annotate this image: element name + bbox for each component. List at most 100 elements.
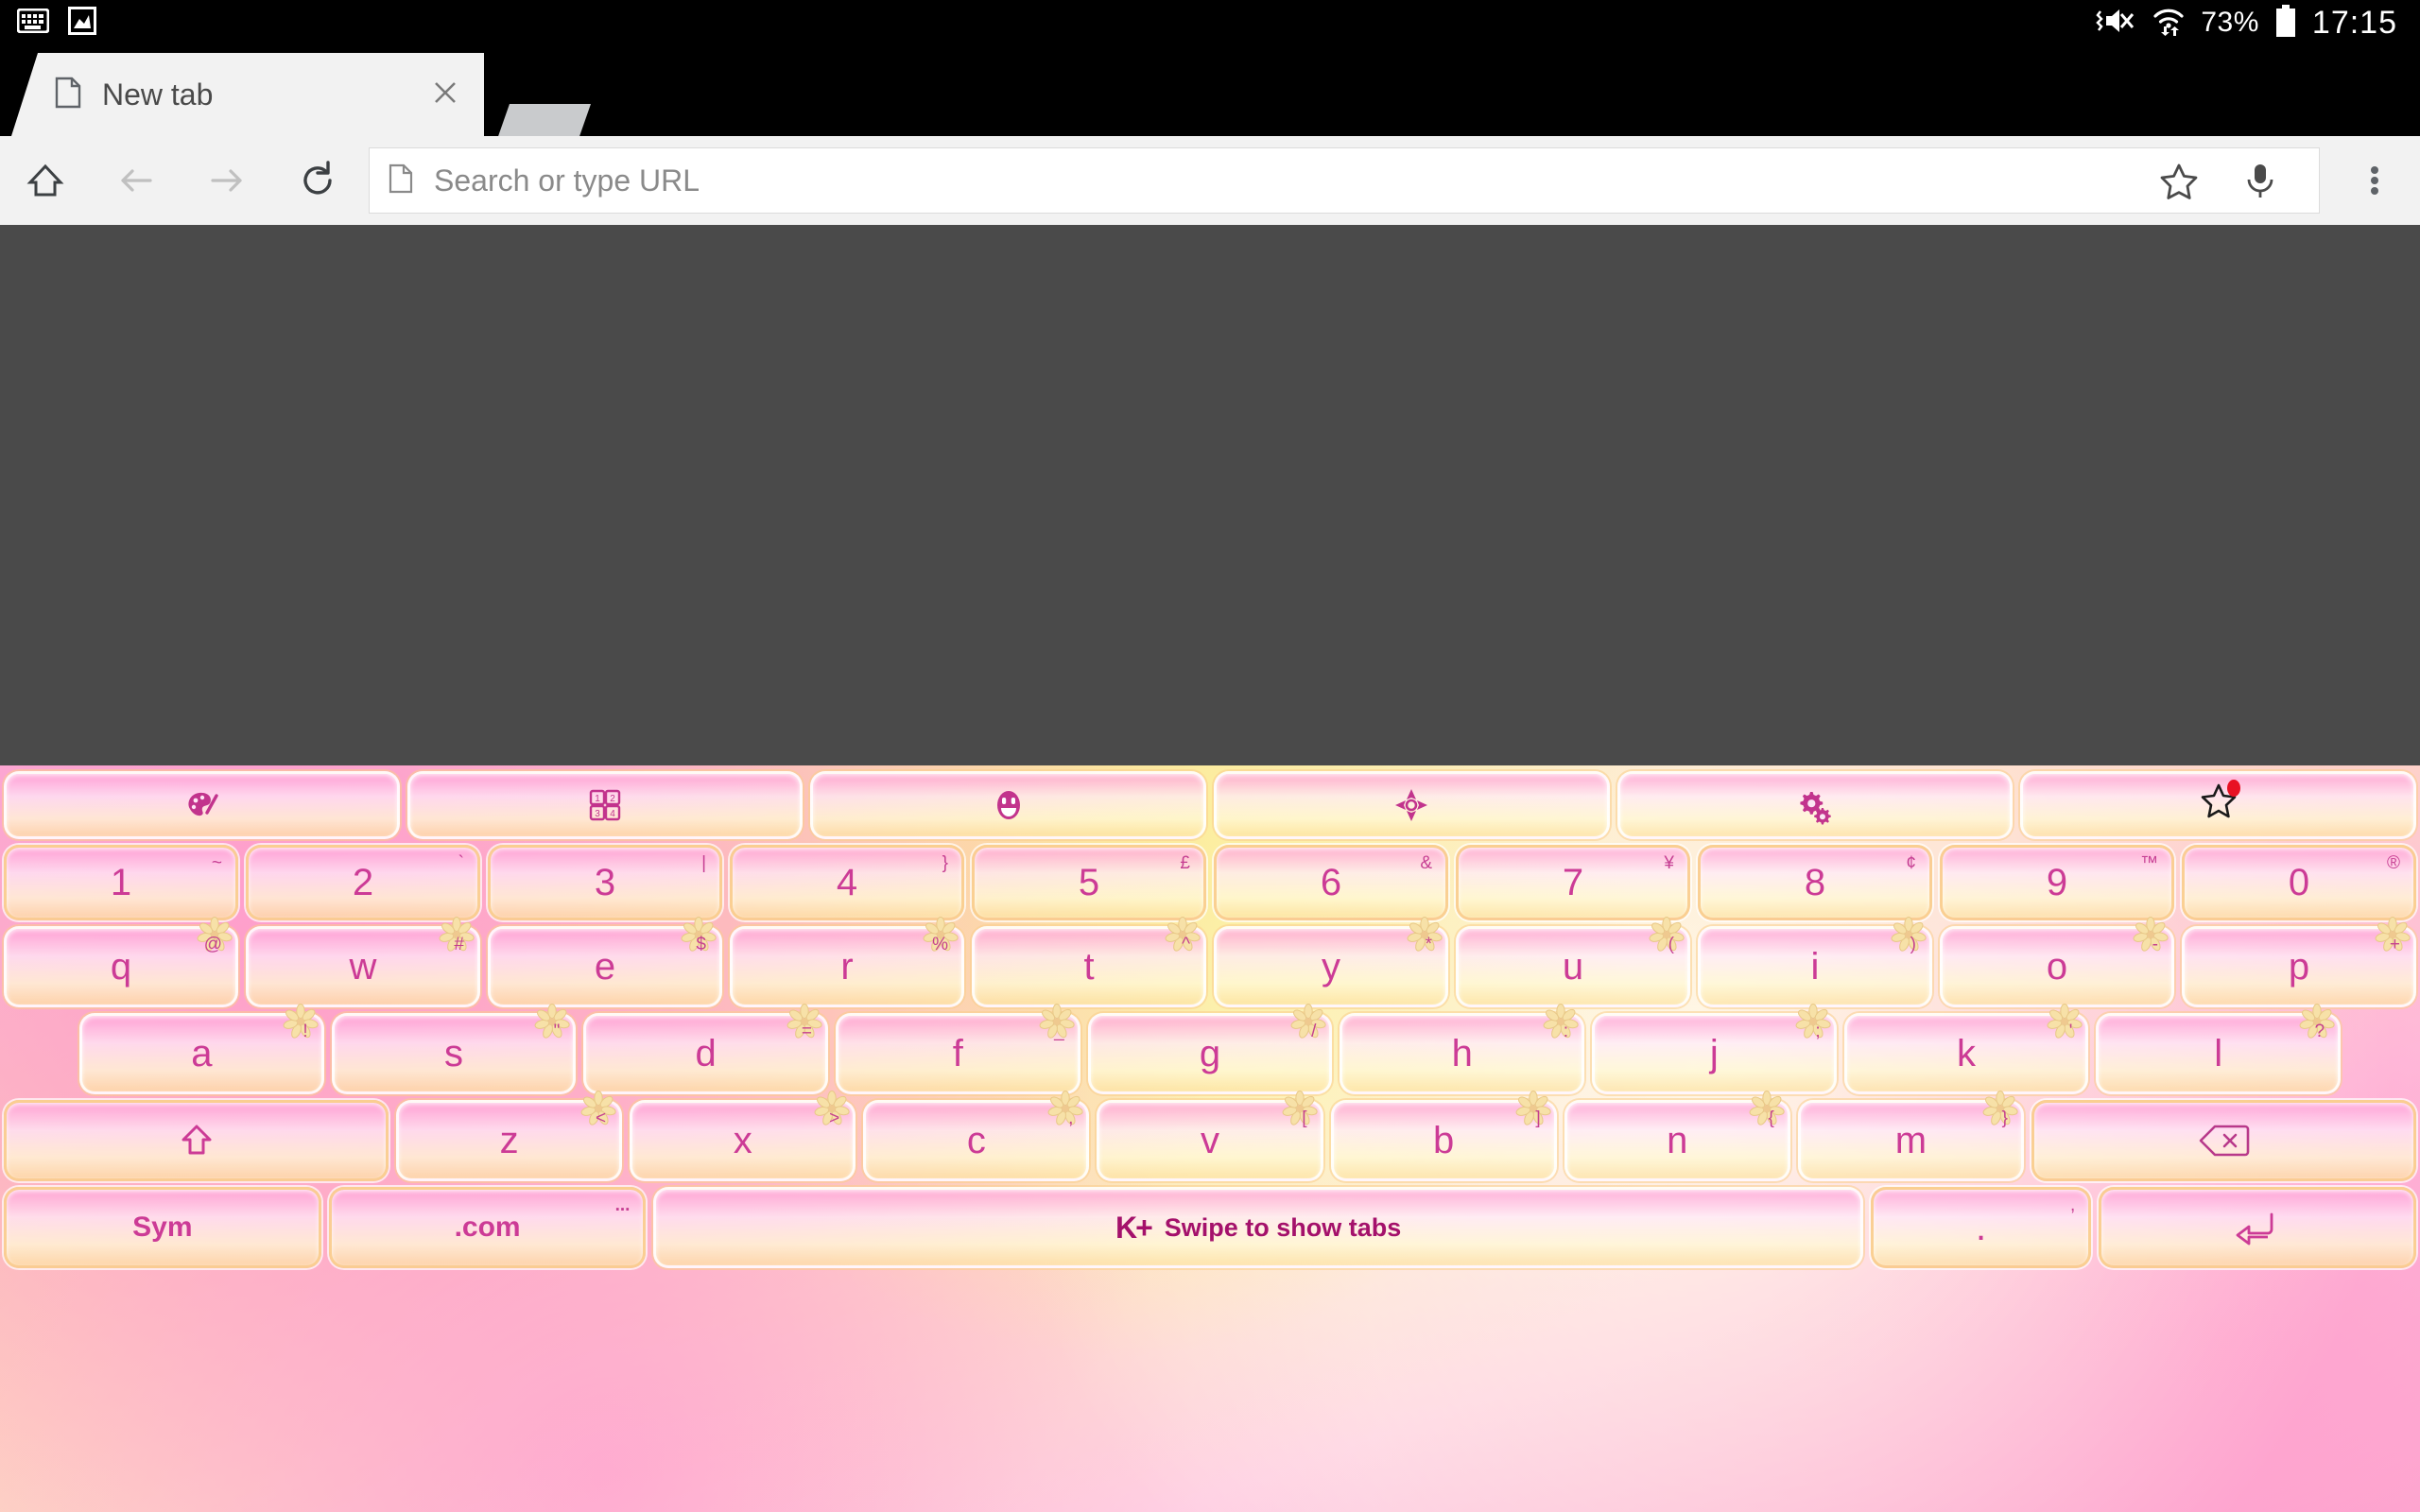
url-bar[interactable]: Search or type URL <box>369 147 2320 214</box>
microphone-icon[interactable] <box>2221 160 2300 201</box>
key-space[interactable]: K+ Swipe to show tabs <box>653 1187 1863 1268</box>
key-q[interactable]: @ q <box>4 917 238 1007</box>
key-v[interactable]: [v <box>1097 1091 1323 1181</box>
key-label: k <box>1957 1033 1977 1074</box>
key-sup: ( <box>1668 935 1674 954</box>
key-o[interactable]: -o <box>1940 917 2174 1007</box>
key-settings[interactable] <box>1616 771 2014 839</box>
key-8[interactable]: ¢ 8 <box>1698 845 1932 920</box>
tab-new-tab[interactable]: New tab <box>11 53 484 136</box>
forward-arrow-icon[interactable] <box>182 136 272 225</box>
key-label: 2 <box>352 862 374 903</box>
key-sup: ) <box>1910 935 1916 954</box>
key-p[interactable]: + p <box>2182 917 2416 1007</box>
back-arrow-icon[interactable] <box>91 136 182 225</box>
key-1[interactable]: ~1 <box>4 845 238 920</box>
key-sup: ; <box>1815 1022 1821 1041</box>
key-9[interactable]: ™ 9 <box>1940 845 2174 920</box>
key-sup: ! <box>302 1022 308 1041</box>
key-label: 9 <box>2046 862 2068 903</box>
search-input[interactable]: Search or type URL <box>434 163 2137 198</box>
flower-icon <box>1289 1003 1327 1040</box>
space-hint: K+ Swipe to show tabs <box>1115 1211 1401 1246</box>
key-backspace[interactable] <box>2031 1100 2416 1181</box>
key-favorite[interactable] <box>2020 771 2417 839</box>
key-s[interactable]: " s <box>331 1004 577 1094</box>
on-screen-keyboard: 12 34 ~ 1 ` 2 | 3} 4 £ 5 & 6 ¥ 7 ¢ 8 ™ … <box>0 765 2420 1512</box>
key-shift[interactable] <box>4 1100 389 1181</box>
key-cursor-control[interactable] <box>1214 771 1610 839</box>
key-r[interactable]: % r <box>730 917 964 1007</box>
key-n[interactable]: {n <box>1564 1091 1790 1181</box>
flower-icon <box>282 1003 320 1040</box>
svg-text:4: 4 <box>610 809 615 819</box>
key-h[interactable]: :h <box>1340 1004 1585 1094</box>
key-u[interactable]: (u <box>1456 917 1690 1007</box>
key-l[interactable]: ? l <box>2096 1004 2342 1094</box>
key-period[interactable]: , . <box>1870 1187 2092 1268</box>
key-label: g <box>1199 1033 1221 1074</box>
key-z[interactable]: < z <box>396 1091 623 1181</box>
key-sup: / <box>1311 1022 1317 1041</box>
key-w[interactable]: # w <box>246 917 480 1007</box>
key-numpad[interactable]: 12 34 <box>406 771 804 839</box>
key-f[interactable]: _ f <box>836 1004 1080 1094</box>
key-i[interactable]: ) i <box>1698 917 1932 1007</box>
key-sup: { <box>1768 1108 1774 1128</box>
vibrate-mute-icon <box>2095 6 2136 41</box>
key-label: x <box>733 1120 752 1161</box>
key-6[interactable]: & 6 <box>1214 845 1448 920</box>
key-c[interactable]: ,c <box>863 1091 1090 1181</box>
key-7[interactable]: ¥7 <box>1456 845 1690 920</box>
key-0[interactable]: ® 0 <box>2182 845 2416 920</box>
key-sym[interactable]: Sym <box>4 1187 321 1268</box>
flower-icon <box>2132 916 2169 954</box>
smiley-icon <box>996 791 1020 819</box>
key-e[interactable]: $ e <box>488 917 722 1007</box>
key-emoji[interactable] <box>810 771 1207 839</box>
key-3[interactable]: | 3 <box>488 845 722 920</box>
key-t[interactable]: ^ t <box>972 917 1206 1007</box>
key-x[interactable]: > x <box>630 1091 856 1181</box>
key-label: p <box>2288 946 2310 988</box>
overflow-menu-icon[interactable] <box>2329 136 2420 225</box>
key-label: s <box>444 1033 463 1074</box>
status-clock: 17:15 <box>2311 4 2397 41</box>
key-label: u <box>1562 946 1584 988</box>
key-enter[interactable] <box>2099 1187 2416 1268</box>
page-viewport <box>0 225 2420 765</box>
key-m[interactable]: } m <box>1797 1091 2024 1181</box>
key-j[interactable]: ; j <box>1592 1004 1837 1094</box>
key-5[interactable]: £5 <box>972 845 1206 920</box>
key-label: d <box>695 1033 717 1074</box>
key-k[interactable]: ' k <box>1843 1004 2089 1094</box>
key-y[interactable]: * y <box>1214 917 1448 1007</box>
key-label: j <box>1709 1033 1719 1074</box>
palette-icon <box>188 792 219 816</box>
key-label: . <box>1975 1207 1987 1248</box>
key-sup: ® <box>2387 853 2400 873</box>
home-icon[interactable] <box>0 136 91 225</box>
key-b[interactable]: ] b <box>1330 1091 1557 1181</box>
key-sup: * <box>1425 935 1432 954</box>
star-icon[interactable] <box>2137 160 2221 201</box>
battery-icon <box>2274 4 2297 42</box>
key-label: 3 <box>594 862 616 903</box>
key-d[interactable]: = d <box>583 1004 829 1094</box>
close-icon[interactable] <box>431 78 459 112</box>
key-4[interactable]: } 4 <box>730 845 964 920</box>
key-label: c <box>966 1120 986 1161</box>
key-g[interactable]: / g <box>1087 1004 1333 1094</box>
key-label: z <box>499 1120 519 1161</box>
key-a[interactable]: ! a <box>79 1004 324 1094</box>
key-2[interactable]: ` 2 <box>246 845 480 920</box>
shift-icon <box>182 1125 211 1155</box>
key-label: t <box>1083 946 1095 988</box>
reload-icon[interactable] <box>272 136 363 225</box>
key-sup: } <box>2001 1108 2008 1128</box>
key-label: .com <box>454 1211 521 1243</box>
key-theme[interactable] <box>4 771 400 839</box>
flower-icon <box>1046 1090 1084 1127</box>
key-dot-com[interactable]: ... .com <box>328 1187 647 1268</box>
key-sup: | <box>701 853 706 873</box>
